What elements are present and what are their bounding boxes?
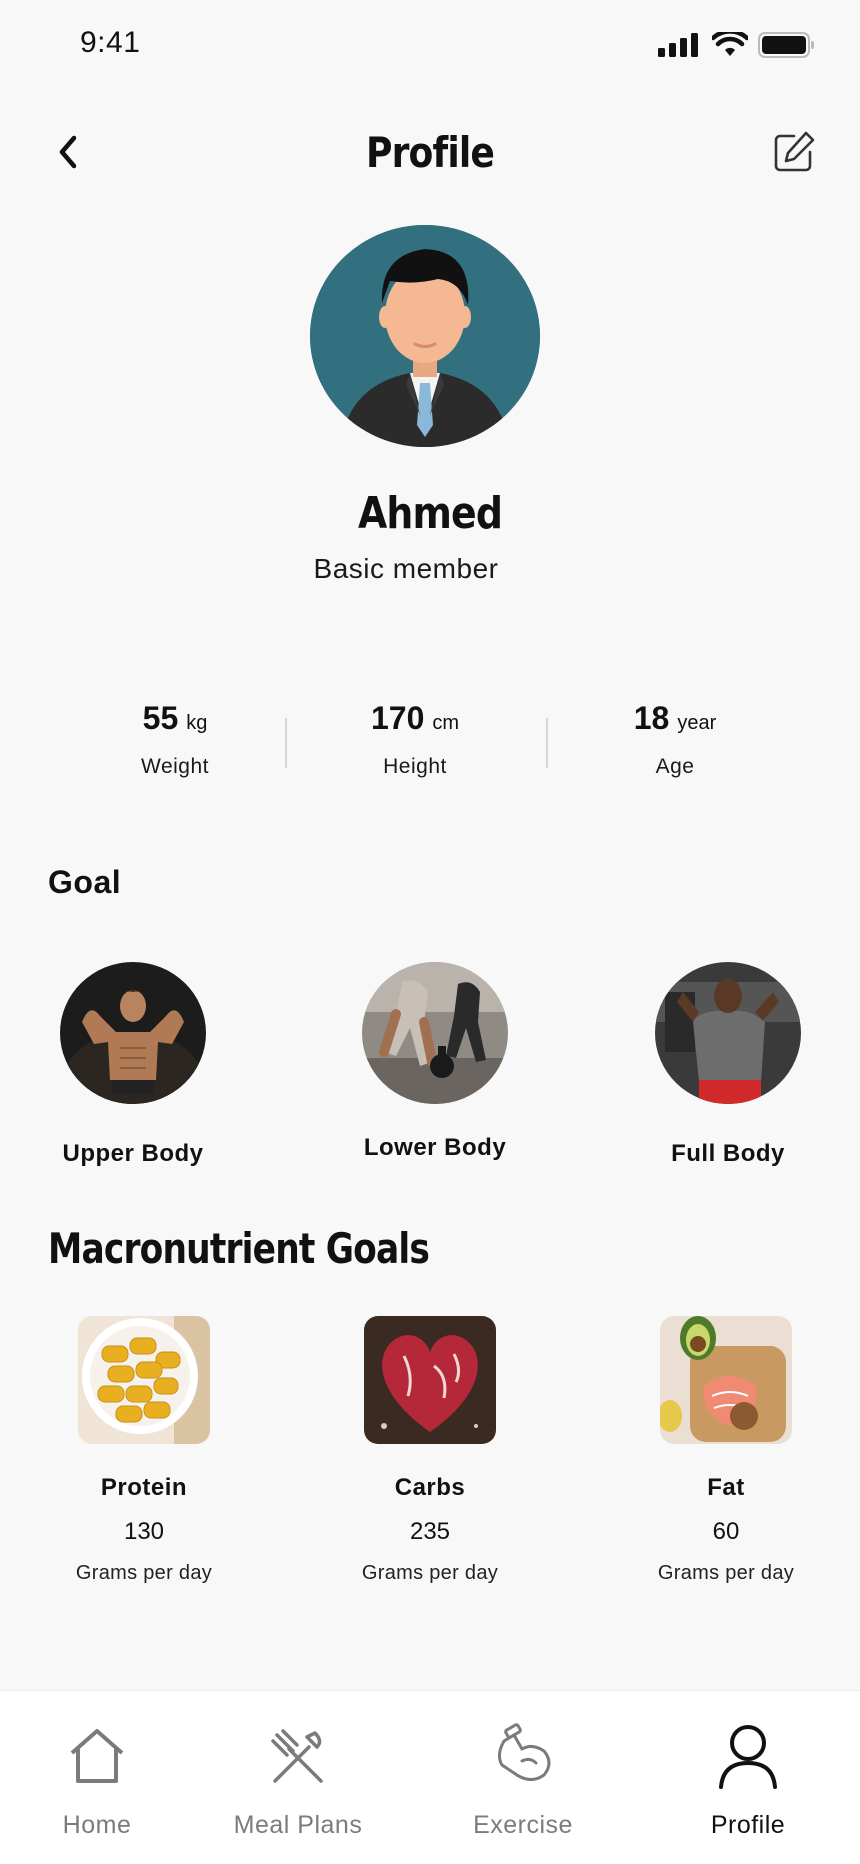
macro-section-title: Macronutrient Goals <box>48 1224 430 1273</box>
stat-label: Weight <box>141 755 209 778</box>
tab-exercise[interactable]: Exercise <box>423 1721 623 1840</box>
goal-label: Upper Body <box>62 1140 204 1167</box>
edit-profile-button[interactable] <box>772 130 816 174</box>
signal-icon <box>658 33 698 57</box>
edit-icon <box>774 131 815 172</box>
macro-unit: Grams per day <box>75 1562 213 1584</box>
stat-unit: year <box>677 712 717 734</box>
stat-value: 55 <box>142 700 179 736</box>
goal-lower-body[interactable]: Lower Body <box>315 962 555 1162</box>
status-time: 9:41 <box>80 26 141 59</box>
goal-label: Full Body <box>671 1140 785 1167</box>
header: Profile <box>0 120 860 190</box>
macro-value: 60 <box>712 1518 740 1545</box>
macro-fat: Fat 60 Grams per day <box>606 1316 846 1585</box>
avatar <box>310 225 540 447</box>
user-icon <box>719 1725 777 1789</box>
macro-carbs: Carbs 235 Grams per day <box>310 1316 550 1585</box>
user-name: Ahmed <box>357 488 503 539</box>
tab-meal-plans[interactable]: Meal Plans <box>198 1721 398 1840</box>
stat-unit: kg <box>186 712 208 734</box>
goal-full-body[interactable]: Full Body <box>608 962 848 1168</box>
goal-section-title: Goal <box>48 864 122 900</box>
home-icon <box>70 1729 124 1783</box>
tab-label: Profile <box>710 1811 786 1839</box>
tab-label: Meal Plans <box>233 1811 363 1839</box>
tab-label: Exercise <box>473 1811 573 1839</box>
tab-label: Home <box>62 1811 132 1839</box>
status-icons <box>658 32 816 58</box>
page-title: Profile <box>365 128 495 177</box>
bottom-tab-bar: Home Meal Plans Exercise Profile <box>0 1690 860 1864</box>
macro-name: Carbs <box>394 1474 466 1501</box>
carbs-image <box>364 1316 496 1444</box>
wifi-icon <box>712 32 748 56</box>
goal-label: Lower Body <box>363 1134 507 1161</box>
full-body-image <box>655 962 801 1104</box>
tab-profile[interactable]: Profile <box>648 1721 848 1840</box>
upper-body-image <box>60 962 206 1104</box>
stat-value: 170 <box>370 700 425 736</box>
stat-unit: cm <box>432 712 460 734</box>
stat-label: Age <box>655 755 695 778</box>
stat-label: Height <box>383 755 447 778</box>
avatar-illustration <box>310 225 540 447</box>
goal-upper-body[interactable]: Upper Body <box>13 962 253 1168</box>
stat-age: 18 year Age <box>600 700 750 779</box>
flexed-arm-icon <box>497 1723 551 1781</box>
membership-level: Basic member <box>313 553 499 584</box>
lower-body-image <box>362 962 508 1104</box>
macro-name: Protein <box>100 1474 188 1501</box>
utensils-icon <box>271 1729 323 1783</box>
stat-height: 170 cm Height <box>340 700 490 779</box>
stat-divider <box>285 718 287 768</box>
macro-value: 130 <box>123 1518 165 1545</box>
macro-value: 235 <box>409 1518 451 1545</box>
stat-divider <box>546 718 548 768</box>
macro-name: Fat <box>707 1474 745 1501</box>
macro-protein: Protein 130 Grams per day <box>24 1316 264 1585</box>
stat-value: 18 <box>633 700 670 736</box>
battery-icon <box>758 32 814 58</box>
macro-unit: Grams per day <box>657 1562 795 1584</box>
status-bar: 9:41 <box>0 0 860 80</box>
stat-weight: 55 kg Weight <box>100 700 250 779</box>
protein-image <box>78 1316 210 1444</box>
fat-image <box>660 1316 792 1444</box>
macro-unit: Grams per day <box>361 1562 499 1584</box>
tab-home[interactable]: Home <box>0 1721 197 1840</box>
